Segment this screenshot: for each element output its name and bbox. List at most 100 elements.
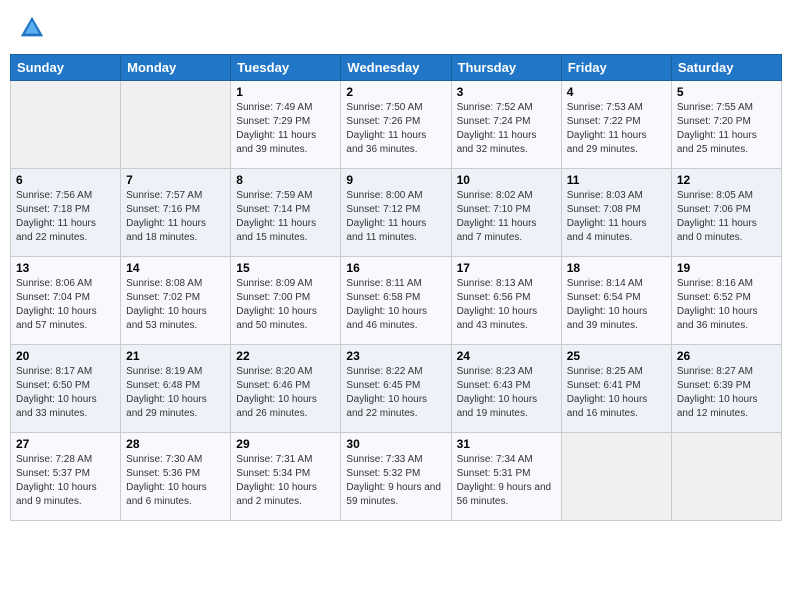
day-info: Sunrise: 8:16 AM Sunset: 6:52 PM Dayligh… [677,277,776,333]
calendar-cell: 30 Sunrise: 7:33 AM Sunset: 5:32 PM Dayli… [341,433,451,521]
calendar-cell: 20 Sunrise: 8:17 AM Sunset: 6:50 PM Dayli… [11,345,121,433]
day-info: Sunrise: 7:30 AM Sunset: 5:36 PM Dayligh… [126,453,225,509]
weekday-header-monday: Monday [121,55,231,81]
day-info: Sunrise: 8:25 AM Sunset: 6:41 PM Dayligh… [567,365,666,421]
day-info: Sunrise: 8:19 AM Sunset: 6:48 PM Dayligh… [126,365,225,421]
logo [18,14,48,42]
calendar-week-row: 20 Sunrise: 8:17 AM Sunset: 6:50 PM Dayli… [11,345,782,433]
calendar-week-row: 1Sunrise: 7:49 AM Sunset: 7:29 PM Daylig… [11,81,782,169]
day-number: 31 [457,437,556,451]
calendar-cell [561,433,671,521]
day-number: 5 [677,85,776,99]
day-number: 16 [346,261,445,275]
day-info: Sunrise: 8:27 AM Sunset: 6:39 PM Dayligh… [677,365,776,421]
calendar-cell: 3 Sunrise: 7:52 AM Sunset: 7:24 PM Daylig… [451,81,561,169]
day-info: Sunrise: 8:09 AM Sunset: 7:00 PM Dayligh… [236,277,335,333]
day-number: 12 [677,173,776,187]
calendar-cell: 10 Sunrise: 8:02 AM Sunset: 7:10 PM Dayli… [451,169,561,257]
day-info: Sunrise: 7:53 AM Sunset: 7:22 PM Dayligh… [567,101,666,157]
day-number: 8 [236,173,335,187]
day-info: Sunrise: 7:34 AM Sunset: 5:31 PM Dayligh… [457,453,556,509]
calendar-cell: 29 Sunrise: 7:31 AM Sunset: 5:34 PM Dayli… [231,433,341,521]
day-info: Sunrise: 7:33 AM Sunset: 5:32 PM Dayligh… [346,453,445,509]
calendar-cell [11,81,121,169]
calendar-week-row: 6Sunrise: 7:56 AM Sunset: 7:18 PM Daylig… [11,169,782,257]
day-number: 4 [567,85,666,99]
weekday-header-tuesday: Tuesday [231,55,341,81]
day-info: Sunrise: 7:55 AM Sunset: 7:20 PM Dayligh… [677,101,776,157]
day-number: 13 [16,261,115,275]
page-header [10,10,782,46]
calendar-cell: 8 Sunrise: 7:59 AM Sunset: 7:14 PM Daylig… [231,169,341,257]
day-info: Sunrise: 8:23 AM Sunset: 6:43 PM Dayligh… [457,365,556,421]
calendar-cell: 7 Sunrise: 7:57 AM Sunset: 7:16 PM Daylig… [121,169,231,257]
day-number: 23 [346,349,445,363]
day-info: Sunrise: 8:02 AM Sunset: 7:10 PM Dayligh… [457,189,556,245]
calendar-cell [671,433,781,521]
day-info: Sunrise: 8:22 AM Sunset: 6:45 PM Dayligh… [346,365,445,421]
calendar-cell: 17 Sunrise: 8:13 AM Sunset: 6:56 PM Dayli… [451,257,561,345]
calendar-cell: 31 Sunrise: 7:34 AM Sunset: 5:31 PM Dayli… [451,433,561,521]
calendar-cell: 26Sunrise: 8:27 AM Sunset: 6:39 PM Dayli… [671,345,781,433]
day-info: Sunrise: 7:56 AM Sunset: 7:18 PM Dayligh… [16,189,115,245]
day-number: 29 [236,437,335,451]
day-info: Sunrise: 7:50 AM Sunset: 7:26 PM Dayligh… [346,101,445,157]
calendar-cell: 4 Sunrise: 7:53 AM Sunset: 7:22 PM Daylig… [561,81,671,169]
calendar-cell: 1Sunrise: 7:49 AM Sunset: 7:29 PM Daylig… [231,81,341,169]
weekday-header-sunday: Sunday [11,55,121,81]
day-number: 19 [677,261,776,275]
day-info: Sunrise: 7:59 AM Sunset: 7:14 PM Dayligh… [236,189,335,245]
calendar-cell: 27Sunrise: 7:28 AM Sunset: 5:37 PM Dayli… [11,433,121,521]
day-number: 9 [346,173,445,187]
day-info: Sunrise: 8:06 AM Sunset: 7:04 PM Dayligh… [16,277,115,333]
calendar-cell: 5 Sunrise: 7:55 AM Sunset: 7:20 PM Daylig… [671,81,781,169]
calendar-cell: 6Sunrise: 7:56 AM Sunset: 7:18 PM Daylig… [11,169,121,257]
day-info: Sunrise: 8:05 AM Sunset: 7:06 PM Dayligh… [677,189,776,245]
day-info: Sunrise: 7:57 AM Sunset: 7:16 PM Dayligh… [126,189,225,245]
calendar-cell: 13 Sunrise: 8:06 AM Sunset: 7:04 PM Dayli… [11,257,121,345]
day-number: 25 [567,349,666,363]
day-number: 30 [346,437,445,451]
day-number: 1 [236,85,335,99]
day-info: Sunrise: 7:52 AM Sunset: 7:24 PM Dayligh… [457,101,556,157]
calendar-cell: 9 Sunrise: 8:00 AM Sunset: 7:12 PM Daylig… [341,169,451,257]
calendar-cell: 25 Sunrise: 8:25 AM Sunset: 6:41 PM Dayli… [561,345,671,433]
weekday-header-saturday: Saturday [671,55,781,81]
day-number: 11 [567,173,666,187]
day-info: Sunrise: 8:08 AM Sunset: 7:02 PM Dayligh… [126,277,225,333]
day-number: 28 [126,437,225,451]
day-number: 14 [126,261,225,275]
day-info: Sunrise: 8:17 AM Sunset: 6:50 PM Dayligh… [16,365,115,421]
day-number: 18 [567,261,666,275]
day-number: 7 [126,173,225,187]
calendar-cell: 28 Sunrise: 7:30 AM Sunset: 5:36 PM Dayli… [121,433,231,521]
day-number: 27 [16,437,115,451]
calendar-cell [121,81,231,169]
day-info: Sunrise: 8:14 AM Sunset: 6:54 PM Dayligh… [567,277,666,333]
calendar-cell: 14 Sunrise: 8:08 AM Sunset: 7:02 PM Dayli… [121,257,231,345]
calendar-week-row: 13 Sunrise: 8:06 AM Sunset: 7:04 PM Dayli… [11,257,782,345]
calendar-week-row: 27Sunrise: 7:28 AM Sunset: 5:37 PM Dayli… [11,433,782,521]
day-number: 21 [126,349,225,363]
calendar-cell: 12 Sunrise: 8:05 AM Sunset: 7:06 PM Dayli… [671,169,781,257]
day-number: 24 [457,349,556,363]
day-info: Sunrise: 8:03 AM Sunset: 7:08 PM Dayligh… [567,189,666,245]
calendar-cell: 19 Sunrise: 8:16 AM Sunset: 6:52 PM Dayli… [671,257,781,345]
day-info: Sunrise: 8:00 AM Sunset: 7:12 PM Dayligh… [346,189,445,245]
day-info: Sunrise: 8:13 AM Sunset: 6:56 PM Dayligh… [457,277,556,333]
day-number: 17 [457,261,556,275]
day-info: Sunrise: 8:20 AM Sunset: 6:46 PM Dayligh… [236,365,335,421]
day-number: 20 [16,349,115,363]
weekday-header-wednesday: Wednesday [341,55,451,81]
day-number: 15 [236,261,335,275]
day-number: 10 [457,173,556,187]
day-number: 3 [457,85,556,99]
calendar-cell: 16 Sunrise: 8:11 AM Sunset: 6:58 PM Dayli… [341,257,451,345]
weekday-header-row: SundayMondayTuesdayWednesdayThursdayFrid… [11,55,782,81]
logo-icon [18,14,46,42]
weekday-header-friday: Friday [561,55,671,81]
calendar-table: SundayMondayTuesdayWednesdayThursdayFrid… [10,54,782,521]
day-number: 22 [236,349,335,363]
day-info: Sunrise: 8:11 AM Sunset: 6:58 PM Dayligh… [346,277,445,333]
day-info: Sunrise: 7:31 AM Sunset: 5:34 PM Dayligh… [236,453,335,509]
